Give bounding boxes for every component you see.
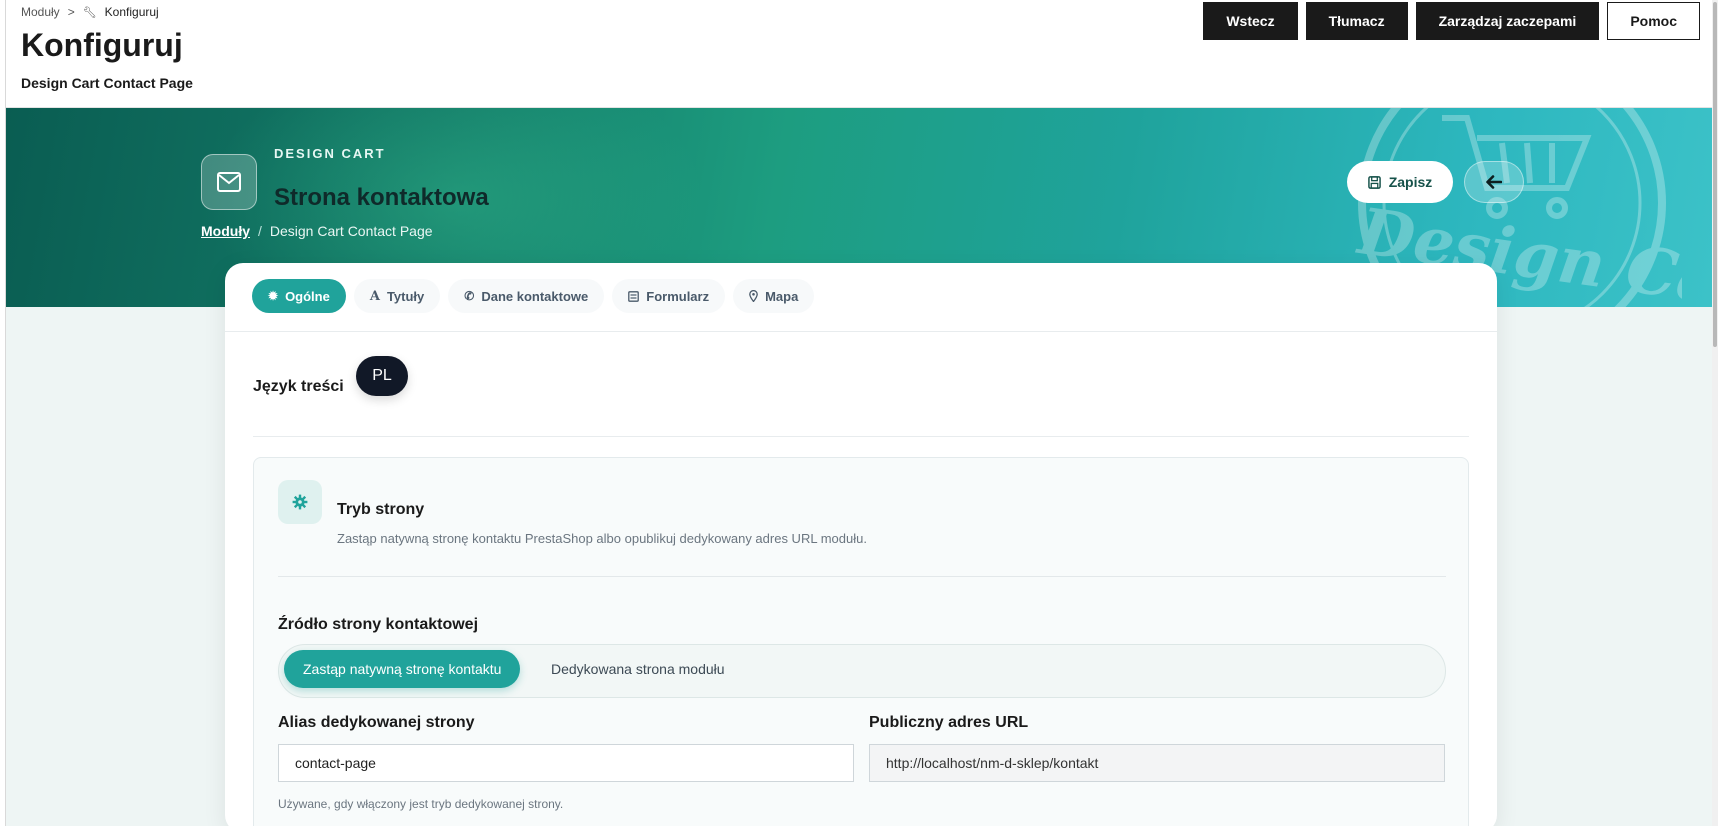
save-button[interactable]: Zapisz bbox=[1347, 161, 1453, 203]
tab-label: Ogólne bbox=[285, 288, 330, 304]
envelope-icon bbox=[201, 154, 257, 210]
page-subtitle: Design Cart Contact Page bbox=[21, 75, 193, 91]
public-url-field[interactable] bbox=[869, 744, 1445, 782]
phone-icon: ✆ bbox=[464, 289, 475, 303]
page-title: Konfiguruj bbox=[21, 27, 183, 63]
option-dedicated-page[interactable]: Dedykowana strona modułu bbox=[532, 650, 744, 688]
text-icon: A bbox=[369, 288, 380, 304]
contact-source-toggle: Zastąp natywną stronę kontaktu Dedykowan… bbox=[278, 644, 1446, 698]
back-button[interactable]: Wstecz bbox=[1203, 2, 1298, 40]
alias-input[interactable] bbox=[278, 744, 854, 782]
page-mode-description: Zastąp natywną stronę kontaktu PrestaSho… bbox=[337, 531, 867, 546]
page-scrollbar[interactable] bbox=[1712, 0, 1718, 826]
tab-form[interactable]: Formularz bbox=[612, 279, 726, 313]
translate-button[interactable]: Tłumacz bbox=[1305, 2, 1408, 40]
map-pin-icon bbox=[749, 290, 758, 302]
option-replace-native[interactable]: Zastąp natywną stronę kontaktu bbox=[284, 650, 521, 688]
contact-source-label: Źródło strony kontaktowej bbox=[278, 616, 479, 633]
breadcrumb-current: Konfiguruj bbox=[104, 5, 159, 19]
hero-kicker: DESIGN CART bbox=[274, 146, 386, 161]
tab-label: Formularz bbox=[646, 288, 710, 304]
arrow-left-icon bbox=[1486, 175, 1502, 189]
hero-title: Strona kontaktowa bbox=[274, 184, 489, 211]
gear-icon: ✹ bbox=[268, 289, 279, 303]
hero-breadcrumb-separator: / bbox=[258, 223, 262, 239]
tab-label: Dane kontaktowe bbox=[481, 288, 589, 304]
breadcrumb-modules-link[interactable]: Moduły bbox=[21, 5, 60, 19]
admin-header: Moduły > 🔧︎ Konfiguruj Konfiguruj Design… bbox=[6, 0, 1712, 108]
help-button[interactable]: Pomoc bbox=[1607, 2, 1700, 40]
tab-label: Mapa bbox=[765, 288, 799, 304]
tab-contact-data[interactable]: ✆ Dane kontaktowe bbox=[448, 279, 605, 313]
page-mode-title: Tryb strony bbox=[337, 501, 425, 518]
gear-icon bbox=[278, 480, 322, 524]
floppy-disk-icon bbox=[1367, 175, 1381, 189]
breadcrumb-separator: > bbox=[67, 5, 75, 19]
language-divider bbox=[253, 436, 1469, 437]
language-selector[interactable]: PL bbox=[356, 356, 408, 396]
public-url-label: Publiczny adres URL bbox=[869, 714, 1029, 731]
hero-back-button[interactable] bbox=[1464, 161, 1524, 203]
hero-breadcrumb: Moduły / Design Cart Contact Page bbox=[201, 223, 433, 239]
manage-hooks-button[interactable]: Zarządzaj zaczepami bbox=[1415, 2, 1600, 40]
header-actions: Wstecz Tłumacz Zarządzaj zaczepami Pomoc bbox=[1203, 2, 1700, 40]
form-icon bbox=[628, 290, 640, 302]
tab-map[interactable]: Mapa bbox=[733, 279, 815, 313]
hero-breadcrumb-current: Design Cart Contact Page bbox=[269, 223, 433, 239]
tabs-divider bbox=[225, 331, 1497, 332]
save-button-label: Zapisz bbox=[1388, 174, 1433, 190]
alias-help-text: Używane, gdy włączony jest tryb dedykowa… bbox=[278, 797, 564, 811]
settings-tabs: ✹ Ogólne A Tytuły ✆ Dane kontaktowe Form… bbox=[252, 279, 815, 313]
wrench-icon: 🔧︎ bbox=[82, 6, 97, 19]
tab-label: Tytuły bbox=[386, 288, 425, 304]
breadcrumb: Moduły > 🔧︎ Konfiguruj bbox=[21, 5, 159, 19]
panel-divider bbox=[278, 576, 1446, 577]
alias-label: Alias dedykowanej strony bbox=[278, 714, 475, 731]
scrollbar-thumb[interactable] bbox=[1713, 2, 1717, 347]
hero-breadcrumb-modules-link[interactable]: Moduły bbox=[201, 223, 250, 239]
tab-general[interactable]: ✹ Ogólne bbox=[252, 279, 346, 313]
page-mode-panel: Tryb strony Zastąp natywną stronę kontak… bbox=[253, 457, 1469, 826]
settings-card: ✹ Ogólne A Tytuły ✆ Dane kontaktowe Form… bbox=[225, 263, 1497, 826]
tab-titles[interactable]: A Tytuły bbox=[353, 279, 441, 313]
content-language-label: Język treści bbox=[253, 378, 344, 395]
